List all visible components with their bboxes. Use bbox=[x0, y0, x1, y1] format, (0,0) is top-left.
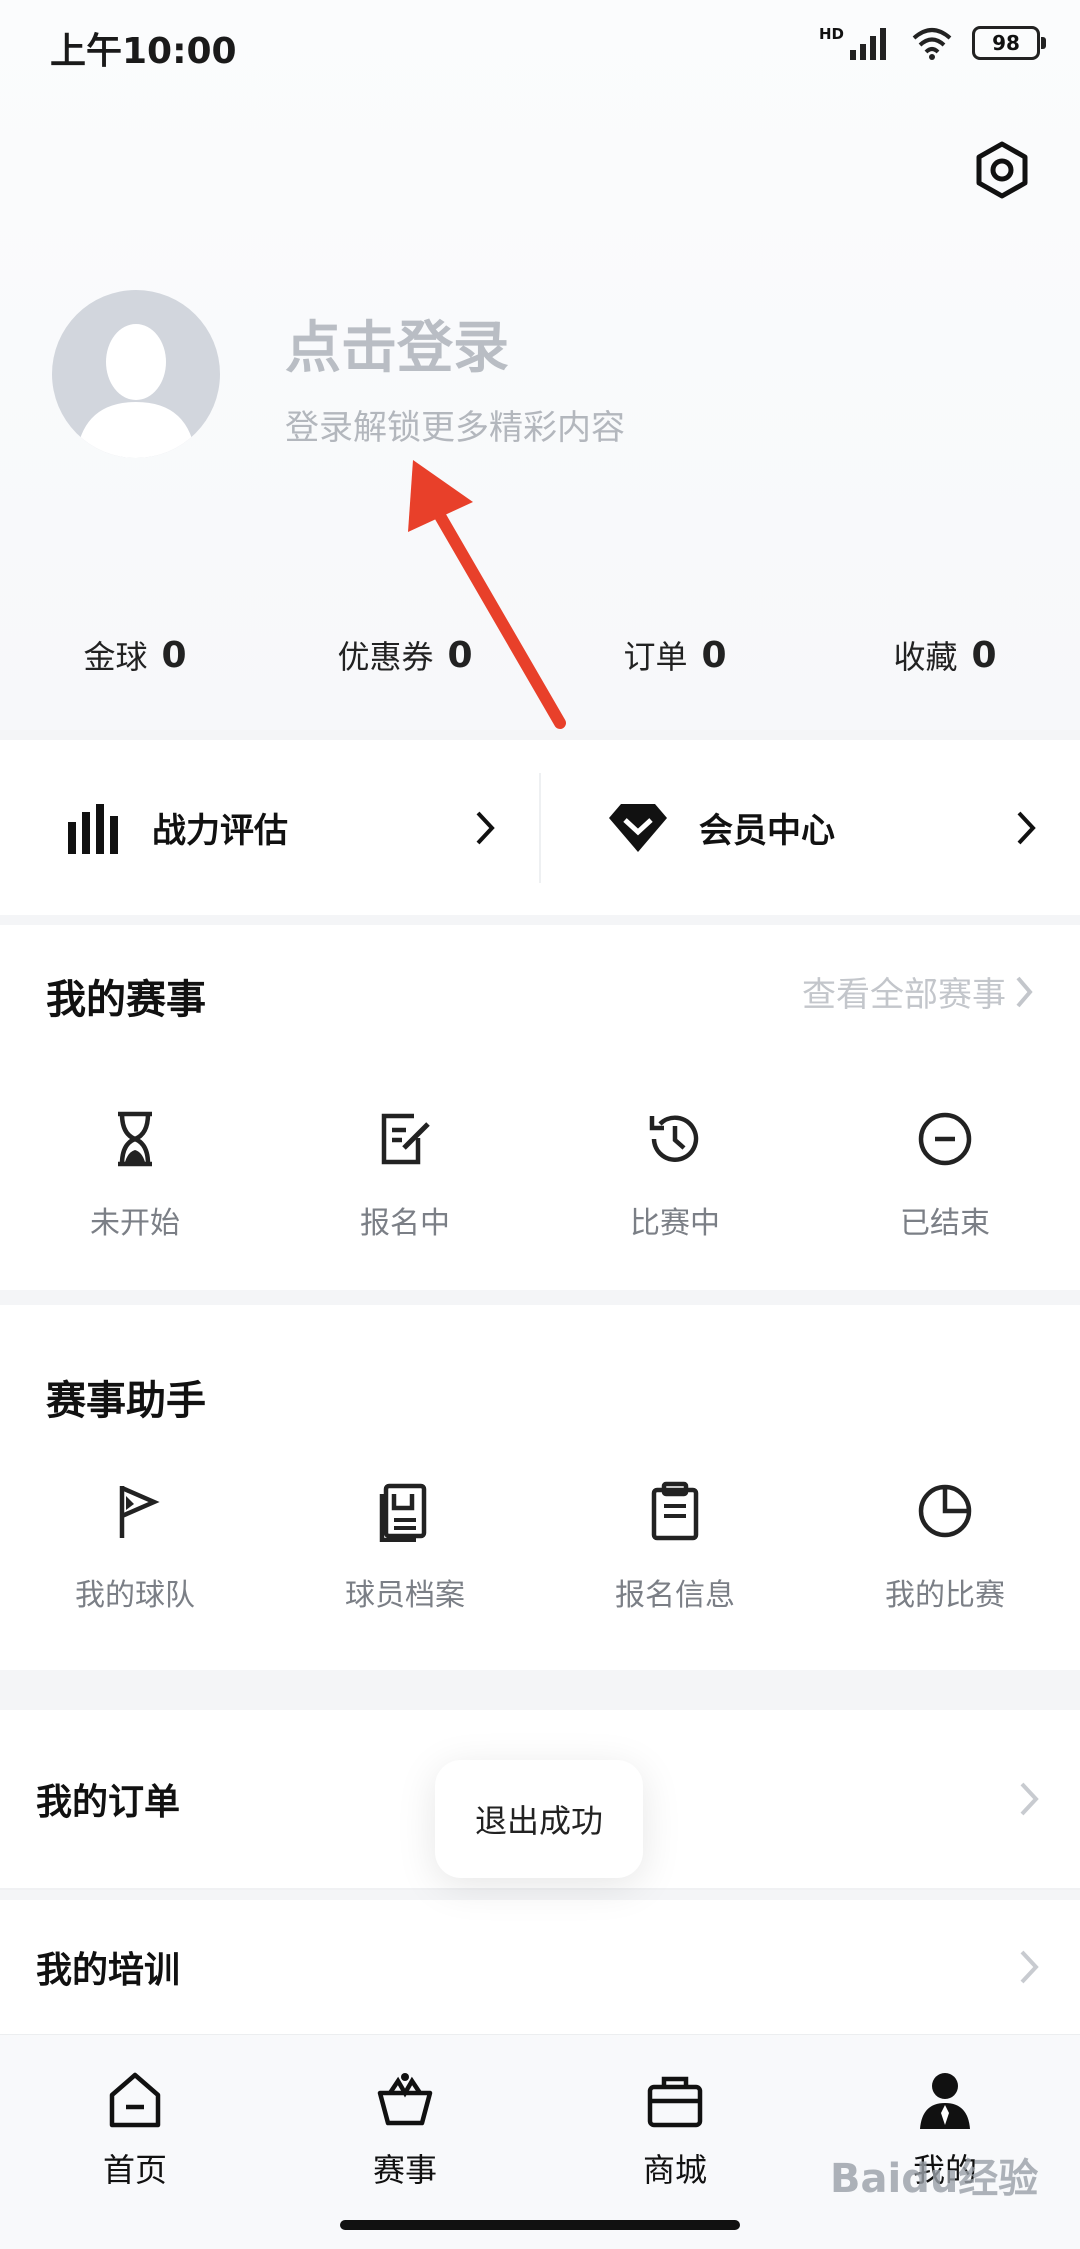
stat-value: 0 bbox=[161, 634, 187, 676]
chevron-right-icon bbox=[476, 811, 495, 844]
player-archive-label: 球员档案 bbox=[345, 1578, 465, 1613]
stat-value: 0 bbox=[971, 634, 997, 676]
stat-label: 订单 bbox=[623, 638, 688, 676]
tab-mine[interactable]: 我的 bbox=[810, 2035, 1080, 2249]
my-matches-item[interactable]: 我的比赛 bbox=[810, 1480, 1080, 1614]
tab-events-label: 赛事 bbox=[372, 2151, 437, 2189]
watermark-logo: Baidu经验 bbox=[830, 2156, 1039, 2202]
pie-icon bbox=[918, 1484, 972, 1538]
power-assessment-link[interactable]: 战力评估 bbox=[0, 740, 539, 915]
status-icons: HD 98 bbox=[818, 25, 1046, 60]
chevron-right-icon bbox=[1020, 1782, 1039, 1816]
hourglass-icon bbox=[118, 1111, 152, 1167]
registration-info-item[interactable]: 报名信息 bbox=[540, 1480, 810, 1614]
status-bar: 上午10:00 HD 98 bbox=[0, 0, 1080, 95]
edit-note-icon bbox=[381, 1113, 430, 1165]
stat-favorite[interactable]: 收藏 0 bbox=[810, 620, 1080, 690]
event-assistant-section: 赛事助手 我的球队 球员档案 报名信息 我的比赛 bbox=[0, 1305, 1080, 1670]
registering-label: 报名中 bbox=[360, 1206, 450, 1241]
view-all-events-link[interactable]: 查看全部赛事 bbox=[802, 967, 1034, 1016]
in-progress-label: 比赛中 bbox=[630, 1206, 720, 1241]
diamond-icon bbox=[609, 803, 667, 852]
registration-info-label: 报名信息 bbox=[615, 1578, 735, 1613]
tab-home[interactable]: 首页 bbox=[0, 2035, 270, 2249]
not-started-label: 未开始 bbox=[90, 1206, 180, 1241]
annotation-arrow-icon bbox=[408, 460, 566, 729]
default-avatar-icon bbox=[76, 324, 196, 458]
stat-label: 收藏 bbox=[893, 638, 958, 676]
stat-value: 0 bbox=[701, 634, 727, 676]
archive-icon bbox=[379, 1483, 427, 1542]
bar-chart-icon bbox=[68, 803, 118, 854]
shopping-bag-icon bbox=[647, 2076, 703, 2128]
clipboard-icon bbox=[651, 1481, 699, 1541]
person-icon bbox=[920, 2073, 970, 2129]
home-icon bbox=[109, 2072, 161, 2128]
flag-icon bbox=[119, 1485, 160, 1538]
network-label: HD bbox=[818, 25, 844, 43]
tab-mall[interactable]: 商城 bbox=[540, 2035, 810, 2249]
my-events-title: 我的赛事 bbox=[46, 977, 206, 1023]
event-assistant-title: 赛事助手 bbox=[46, 1378, 206, 1424]
my-matches-label: 我的比赛 bbox=[885, 1578, 1005, 1613]
my-events-section: 我的赛事 查看全部赛事 未开始 报名中 比赛中 已结束 bbox=[0, 925, 1080, 1290]
event-status-grid: 未开始 报名中 比赛中 已结束 bbox=[0, 1108, 1080, 1242]
my-team-label: 我的球队 bbox=[75, 1578, 195, 1613]
stat-label: 金球 bbox=[83, 638, 148, 676]
chevron-right-icon bbox=[1017, 811, 1036, 844]
assistant-grid: 我的球队 球员档案 报名信息 我的比赛 bbox=[0, 1480, 1080, 1614]
in-progress-item[interactable]: 比赛中 bbox=[540, 1108, 810, 1242]
chevron-right-icon bbox=[1016, 976, 1033, 1007]
battery-indicator: 98 bbox=[972, 26, 1046, 60]
my-team-item[interactable]: 我的球队 bbox=[0, 1480, 270, 1614]
not-started-item[interactable]: 未开始 bbox=[0, 1108, 270, 1242]
minus-circle-icon bbox=[918, 1112, 972, 1166]
my-training-label: 我的培训 bbox=[36, 1950, 181, 1991]
stat-gold-ball[interactable]: 金球 0 bbox=[0, 620, 270, 690]
finished-label: 已结束 bbox=[900, 1206, 990, 1241]
crown-basket-icon bbox=[377, 2073, 433, 2126]
power-assessment-label: 战力评估 bbox=[152, 811, 288, 851]
my-training-row[interactable]: 我的培训 bbox=[0, 1900, 1080, 2034]
member-center-label: 会员中心 bbox=[699, 811, 835, 851]
tab-events[interactable]: 赛事 bbox=[270, 2035, 540, 2249]
tab-home-label: 首页 bbox=[102, 2151, 167, 2189]
home-indicator[interactable] bbox=[340, 2220, 740, 2230]
quick-links: 战力评估 会员中心 bbox=[0, 740, 1080, 915]
avatar[interactable] bbox=[52, 290, 220, 458]
logout-toast: 退出成功 bbox=[435, 1760, 643, 1878]
registering-item[interactable]: 报名中 bbox=[270, 1108, 540, 1242]
status-time: 上午10:00 bbox=[50, 31, 237, 72]
member-center-link[interactable]: 会员中心 bbox=[541, 740, 1080, 915]
wifi-icon bbox=[912, 28, 952, 60]
signal-icon bbox=[850, 28, 886, 60]
stat-order[interactable]: 订单 0 bbox=[540, 620, 810, 690]
view-all-events-label: 查看全部赛事 bbox=[802, 975, 1006, 1015]
finished-item[interactable]: 已结束 bbox=[810, 1108, 1080, 1242]
player-archive-item[interactable]: 球员档案 bbox=[270, 1480, 540, 1614]
tab-mall-label: 商城 bbox=[642, 2151, 707, 2189]
chevron-right-icon bbox=[1020, 1950, 1039, 1984]
bottom-tab-bar: 首页 赛事 商城 我的 bbox=[0, 2034, 1080, 2249]
settings-hexagon-icon[interactable] bbox=[970, 138, 1034, 202]
login-title[interactable]: 点击登录 bbox=[285, 303, 509, 384]
history-clock-icon bbox=[649, 1115, 699, 1162]
